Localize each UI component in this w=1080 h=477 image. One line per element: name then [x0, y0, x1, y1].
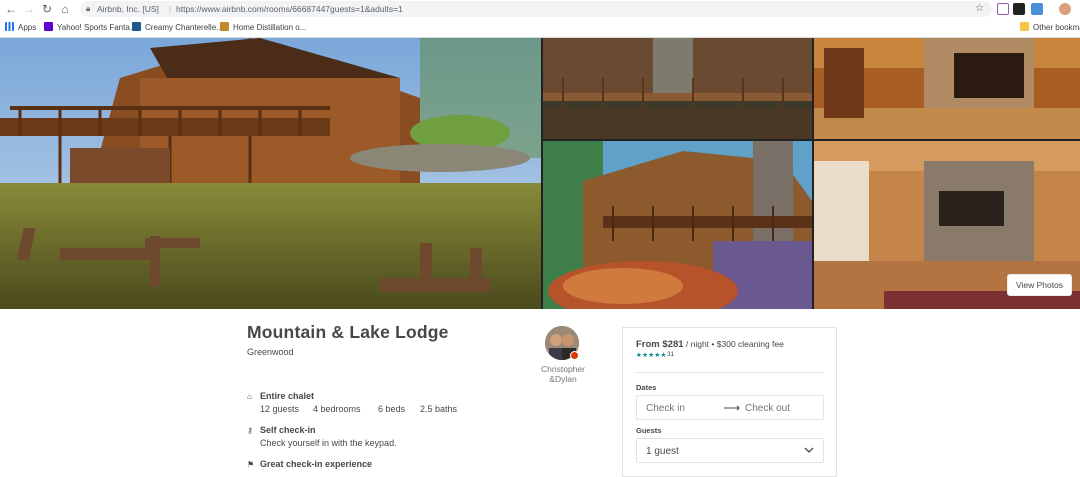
key-icon: ⚷ [247, 426, 253, 435]
feature-description: Check yourself in with the keypad. [260, 438, 397, 448]
extension-icon[interactable] [997, 3, 1009, 15]
yahoo-icon [44, 22, 53, 31]
dates-label: Dates [636, 383, 657, 392]
browser-toolbar: ← → ↻ ⌂ 🔒︎ Airbnb, Inc. [US] | https://w… [0, 0, 1080, 18]
bookmark-star-icon[interactable]: ☆ [975, 1, 984, 17]
bookmark-item[interactable]: Creamy Chanterelle... [132, 22, 223, 34]
site-identity: Airbnb, Inc. [US] [97, 4, 159, 14]
url-separator: | [169, 4, 172, 14]
arrow-right-icon: ⟶ [723, 401, 741, 415]
apps-grid-icon [5, 22, 14, 31]
main-photo[interactable] [0, 38, 541, 309]
folder-icon [1020, 22, 1029, 31]
cleaning-fee: $300 cleaning fee [716, 339, 784, 349]
profile-avatar-icon[interactable] [1059, 3, 1071, 15]
booking-card: From $281 / night • $300 cleaning fee ★★… [622, 327, 837, 477]
stat-baths: 2.5 baths [420, 404, 458, 414]
chevron-down-icon [804, 447, 814, 453]
view-photos-button[interactable]: View Photos [1007, 274, 1072, 296]
check-out-field[interactable]: Check out [745, 403, 790, 414]
lock-icon: 🔒︎ [86, 4, 91, 13]
listing-location[interactable]: Greenwood [247, 347, 294, 357]
guests-value: 1 guest [646, 446, 679, 457]
bookmarks-bar: Apps Yahoo! Sports Fanta... Creamy Chant… [0, 18, 1080, 38]
extension-icon[interactable] [1031, 3, 1043, 15]
extension-icon[interactable] [1013, 3, 1025, 15]
bookmark-item[interactable]: Home Distillation o... [220, 22, 306, 34]
date-picker: Check in ⟶ Check out [636, 395, 824, 420]
house-icon: ⌂ [247, 392, 252, 401]
stat-bedrooms: 4 bedrooms [313, 404, 361, 414]
bookmark-favicon-icon [132, 22, 141, 31]
guests-label: Guests [636, 426, 662, 435]
feature-title: Self check-in [260, 425, 316, 435]
divider [636, 372, 824, 373]
nightly-price: $281 [662, 339, 684, 350]
home-icon[interactable]: ⌂ [58, 2, 72, 16]
listing-title: Mountain & Lake Lodge [247, 322, 449, 342]
address-bar[interactable]: 🔒︎ Airbnb, Inc. [US] | https://www.airbn… [80, 1, 992, 17]
feature-title: Entire chalet [260, 391, 315, 401]
cabin-exterior-photo[interactable] [543, 141, 812, 309]
rating-stars-icon[interactable]: ★★★★★ [636, 351, 667, 359]
feature-title: Great check-in experience [260, 459, 373, 469]
fireplace-photo[interactable] [814, 38, 1080, 139]
other-bookmarks[interactable]: Other bookmar [1020, 22, 1080, 34]
host-name[interactable]: Christopher &Dylan [530, 364, 596, 384]
bookmark-favicon-icon [220, 22, 229, 31]
url-text: https://www.airbnb.com/rooms/66687447gue… [176, 4, 403, 14]
guests-select[interactable]: 1 guest [636, 438, 824, 463]
review-count[interactable]: 31 [667, 351, 674, 358]
check-in-field[interactable]: Check in [646, 403, 685, 414]
deck-photo[interactable] [543, 38, 812, 139]
stat-beds: 6 beds [378, 404, 406, 414]
bookmark-apps[interactable]: Apps [5, 22, 36, 34]
stat-guests: 12 guests [260, 404, 300, 414]
forward-arrow-icon[interactable]: → [22, 2, 36, 16]
bookmark-item[interactable]: Yahoo! Sports Fanta... [44, 22, 136, 34]
photo-gallery [0, 38, 1080, 309]
price-line: From $281 / night • $300 cleaning fee [636, 339, 784, 350]
back-arrow-icon[interactable]: ← [4, 2, 18, 16]
superhost-badge-icon [570, 351, 579, 360]
reload-icon[interactable]: ↻ [40, 2, 54, 16]
